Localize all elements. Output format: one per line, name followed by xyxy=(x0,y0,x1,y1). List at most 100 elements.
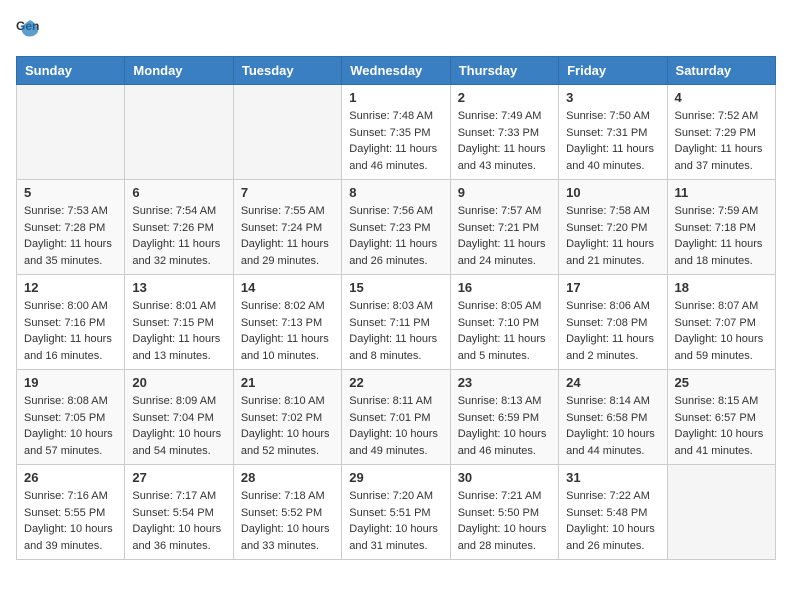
week-row-1: 1 Sunrise: 7:48 AM Sunset: 7:35 PM Daylig… xyxy=(17,85,776,180)
day-number: 19 xyxy=(24,375,117,390)
day-number: 9 xyxy=(458,185,551,200)
day-number: 30 xyxy=(458,470,551,485)
day-info: Sunrise: 7:17 AM Sunset: 5:54 PM Dayligh… xyxy=(132,488,225,554)
calendar-cell: 17 Sunrise: 8:06 AM Sunset: 7:08 PM Dayli… xyxy=(559,275,667,370)
day-info: Sunrise: 8:15 AM Sunset: 6:57 PM Dayligh… xyxy=(675,393,768,459)
week-row-2: 5Sunrise: 7:53 AM Sunset: 7:28 PM Daylig… xyxy=(17,180,776,275)
day-header-sunday: Sunday xyxy=(17,57,125,85)
calendar-cell: 6 Sunrise: 7:54 AM Sunset: 7:26 PM Daylig… xyxy=(125,180,233,275)
day-number: 10 xyxy=(566,185,659,200)
day-info: Sunrise: 7:56 AM Sunset: 7:23 PM Dayligh… xyxy=(349,203,442,269)
day-header-wednesday: Wednesday xyxy=(342,57,450,85)
day-number: 11 xyxy=(675,185,768,200)
day-info: Sunrise: 7:18 AM Sunset: 5:52 PM Dayligh… xyxy=(241,488,334,554)
calendar-cell: 25 Sunrise: 8:15 AM Sunset: 6:57 PM Dayli… xyxy=(667,370,775,465)
day-number: 28 xyxy=(241,470,334,485)
day-info: Sunrise: 8:14 AM Sunset: 6:58 PM Dayligh… xyxy=(566,393,659,459)
week-row-3: 12 Sunrise: 8:00 AM Sunset: 7:16 PM Dayli… xyxy=(17,275,776,370)
day-number: 7 xyxy=(241,185,334,200)
calendar-cell: 29Sunrise: 7:20 AM Sunset: 5:51 PM Dayli… xyxy=(342,465,450,560)
day-info: Sunrise: 7:21 AM Sunset: 5:50 PM Dayligh… xyxy=(458,488,551,554)
day-info: Sunrise: 8:00 AM Sunset: 7:16 PM Dayligh… xyxy=(24,298,117,364)
calendar-cell: 18 Sunrise: 8:07 AM Sunset: 7:07 PM Dayli… xyxy=(667,275,775,370)
day-info: Sunrise: 7:16 AM Sunset: 5:55 PM Dayligh… xyxy=(24,488,117,554)
calendar-cell: 11 Sunrise: 7:59 AM Sunset: 7:18 PM Dayli… xyxy=(667,180,775,275)
day-number: 31 xyxy=(566,470,659,485)
day-number: 17 xyxy=(566,280,659,295)
calendar-cell: 9Sunrise: 7:57 AM Sunset: 7:21 PM Daylig… xyxy=(450,180,558,275)
day-number: 16 xyxy=(458,280,551,295)
day-number: 26 xyxy=(24,470,117,485)
calendar-table: SundayMondayTuesdayWednesdayThursdayFrid… xyxy=(16,56,776,560)
calendar-cell: 14Sunrise: 8:02 AM Sunset: 7:13 PM Dayli… xyxy=(233,275,341,370)
day-number: 25 xyxy=(675,375,768,390)
day-header-friday: Friday xyxy=(559,57,667,85)
calendar-cell: 27 Sunrise: 7:17 AM Sunset: 5:54 PM Dayli… xyxy=(125,465,233,560)
day-info: Sunrise: 8:08 AM Sunset: 7:05 PM Dayligh… xyxy=(24,393,117,459)
day-number: 13 xyxy=(132,280,225,295)
day-number: 23 xyxy=(458,375,551,390)
calendar-cell xyxy=(17,85,125,180)
day-info: Sunrise: 7:55 AM Sunset: 7:24 PM Dayligh… xyxy=(241,203,334,269)
day-number: 8 xyxy=(349,185,442,200)
day-number: 24 xyxy=(566,375,659,390)
day-info: Sunrise: 7:50 AM Sunset: 7:31 PM Dayligh… xyxy=(566,108,659,174)
calendar-cell: 16 Sunrise: 8:05 AM Sunset: 7:10 PM Dayli… xyxy=(450,275,558,370)
day-header-thursday: Thursday xyxy=(450,57,558,85)
day-info: Sunrise: 8:03 AM Sunset: 7:11 PM Dayligh… xyxy=(349,298,442,364)
calendar-cell: 1 Sunrise: 7:48 AM Sunset: 7:35 PM Daylig… xyxy=(342,85,450,180)
day-number: 6 xyxy=(132,185,225,200)
calendar-cell xyxy=(667,465,775,560)
day-number: 4 xyxy=(675,90,768,105)
page-header: Gen xyxy=(16,16,776,44)
day-number: 2 xyxy=(458,90,551,105)
logo-icon: Gen xyxy=(16,16,44,44)
calendar-cell: 12 Sunrise: 8:00 AM Sunset: 7:16 PM Dayli… xyxy=(17,275,125,370)
calendar-cell: 24 Sunrise: 8:14 AM Sunset: 6:58 PM Dayli… xyxy=(559,370,667,465)
week-row-5: 26 Sunrise: 7:16 AM Sunset: 5:55 PM Dayli… xyxy=(17,465,776,560)
calendar-cell: 22 Sunrise: 8:11 AM Sunset: 7:01 PM Dayli… xyxy=(342,370,450,465)
day-header-saturday: Saturday xyxy=(667,57,775,85)
calendar-cell: 23Sunrise: 8:13 AM Sunset: 6:59 PM Dayli… xyxy=(450,370,558,465)
calendar-cell: 15Sunrise: 8:03 AM Sunset: 7:11 PM Dayli… xyxy=(342,275,450,370)
day-info: Sunrise: 7:22 AM Sunset: 5:48 PM Dayligh… xyxy=(566,488,659,554)
day-number: 29 xyxy=(349,470,442,485)
day-info: Sunrise: 8:07 AM Sunset: 7:07 PM Dayligh… xyxy=(675,298,768,364)
calendar-cell xyxy=(125,85,233,180)
day-info: Sunrise: 7:58 AM Sunset: 7:20 PM Dayligh… xyxy=(566,203,659,269)
day-info: Sunrise: 8:11 AM Sunset: 7:01 PM Dayligh… xyxy=(349,393,442,459)
day-number: 14 xyxy=(241,280,334,295)
day-info: Sunrise: 7:48 AM Sunset: 7:35 PM Dayligh… xyxy=(349,108,442,174)
day-number: 18 xyxy=(675,280,768,295)
day-number: 12 xyxy=(24,280,117,295)
calendar-cell: 2 Sunrise: 7:49 AM Sunset: 7:33 PM Daylig… xyxy=(450,85,558,180)
calendar-cell: 30 Sunrise: 7:21 AM Sunset: 5:50 PM Dayli… xyxy=(450,465,558,560)
day-number: 20 xyxy=(132,375,225,390)
logo: Gen xyxy=(16,16,48,44)
day-info: Sunrise: 7:49 AM Sunset: 7:33 PM Dayligh… xyxy=(458,108,551,174)
day-info: Sunrise: 7:59 AM Sunset: 7:18 PM Dayligh… xyxy=(675,203,768,269)
day-info: Sunrise: 8:01 AM Sunset: 7:15 PM Dayligh… xyxy=(132,298,225,364)
day-info: Sunrise: 8:09 AM Sunset: 7:04 PM Dayligh… xyxy=(132,393,225,459)
day-number: 27 xyxy=(132,470,225,485)
day-number: 21 xyxy=(241,375,334,390)
day-number: 22 xyxy=(349,375,442,390)
calendar-cell: 26 Sunrise: 7:16 AM Sunset: 5:55 PM Dayli… xyxy=(17,465,125,560)
day-info: Sunrise: 8:06 AM Sunset: 7:08 PM Dayligh… xyxy=(566,298,659,364)
calendar-cell: 7 Sunrise: 7:55 AM Sunset: 7:24 PM Daylig… xyxy=(233,180,341,275)
week-row-4: 19 Sunrise: 8:08 AM Sunset: 7:05 PM Dayli… xyxy=(17,370,776,465)
day-number: 3 xyxy=(566,90,659,105)
calendar-cell: 4 Sunrise: 7:52 AM Sunset: 7:29 PM Daylig… xyxy=(667,85,775,180)
calendar-cell: 31 Sunrise: 7:22 AM Sunset: 5:48 PM Dayli… xyxy=(559,465,667,560)
calendar-cell: 28 Sunrise: 7:18 AM Sunset: 5:52 PM Dayli… xyxy=(233,465,341,560)
day-info: Sunrise: 7:52 AM Sunset: 7:29 PM Dayligh… xyxy=(675,108,768,174)
calendar-cell: 5Sunrise: 7:53 AM Sunset: 7:28 PM Daylig… xyxy=(17,180,125,275)
calendar-cell: 3 Sunrise: 7:50 AM Sunset: 7:31 PM Daylig… xyxy=(559,85,667,180)
calendar-cell: 19 Sunrise: 8:08 AM Sunset: 7:05 PM Dayli… xyxy=(17,370,125,465)
days-header-row: SundayMondayTuesdayWednesdayThursdayFrid… xyxy=(17,57,776,85)
day-number: 1 xyxy=(349,90,442,105)
calendar-cell: 10 Sunrise: 7:58 AM Sunset: 7:20 PM Dayli… xyxy=(559,180,667,275)
day-info: Sunrise: 8:10 AM Sunset: 7:02 PM Dayligh… xyxy=(241,393,334,459)
day-info: Sunrise: 7:54 AM Sunset: 7:26 PM Dayligh… xyxy=(132,203,225,269)
day-info: Sunrise: 8:05 AM Sunset: 7:10 PM Dayligh… xyxy=(458,298,551,364)
